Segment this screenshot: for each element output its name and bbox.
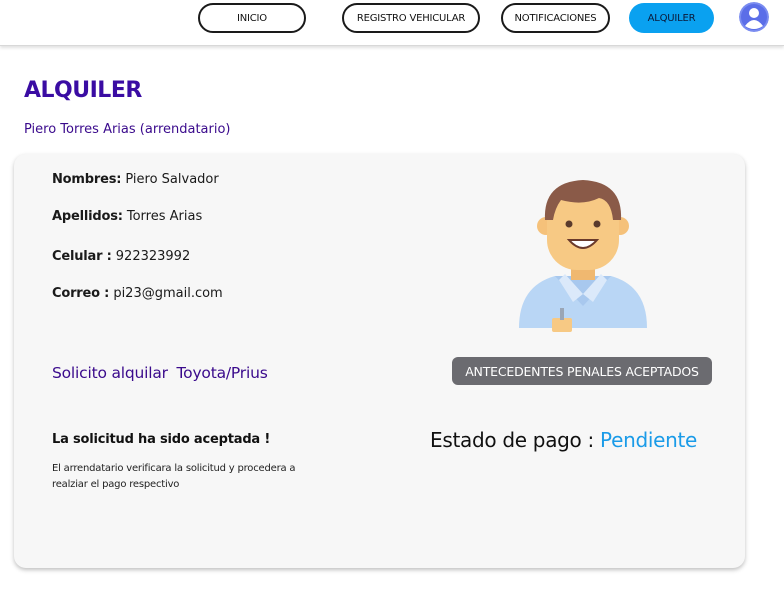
top-nav-bar: INICIO REGISTRO VEHICULAR NOTIFICACIONES… <box>0 0 784 46</box>
apellidos-value: Torres Arias <box>126 209 203 224</box>
correo-value: pi23@gmail.com <box>113 286 223 301</box>
payment-status: Estado de pago : Pendiente <box>430 428 697 452</box>
person-icon <box>519 180 647 332</box>
correo-label: Correo : <box>52 286 110 301</box>
accepted-message: La solicitud ha sido aceptada ! <box>52 432 271 447</box>
rental-request: Solicito alquilar Toyota/Prius <box>52 364 268 382</box>
request-vehicle: Toyota/Prius <box>176 364 268 382</box>
field-nombres: Nombres: Piero Salvador <box>52 172 219 187</box>
nav-notificaciones-button[interactable]: NOTIFICACIONES <box>501 3 610 33</box>
page-title: ALQUILER <box>24 78 142 103</box>
user-avatar-icon[interactable] <box>739 2 769 32</box>
nav-inicio-button[interactable]: INICIO <box>198 3 306 33</box>
antecedentes-badge: ANTECEDENTES PENALES ACEPTADOS <box>452 357 712 385</box>
user-avatar-icon-svg <box>739 2 769 32</box>
nav-alquiler-button[interactable]: ALQUILER <box>629 3 714 33</box>
field-apellidos: Apellidos: Torres Arias <box>52 209 202 224</box>
celular-label: Celular : <box>52 249 112 264</box>
page-subtitle: Piero Torres Arias (arrendatario) <box>24 122 231 137</box>
nav-registro-vehicular-button[interactable]: REGISTRO VEHICULAR <box>342 3 480 33</box>
payment-status-label: Estado de pago : <box>430 428 594 452</box>
field-celular: Celular : 922323992 <box>52 249 190 264</box>
accepted-note: El arrendatario verificara la solicitud … <box>52 463 296 490</box>
nombres-value: Piero Salvador <box>125 172 219 187</box>
apellidos-label: Apellidos: <box>52 209 123 224</box>
request-text: Solicito alquilar <box>52 364 168 382</box>
field-correo: Correo : pi23@gmail.com <box>52 286 223 301</box>
person-illustration <box>515 178 651 334</box>
payment-status-value: Pendiente <box>600 428 698 452</box>
celular-value: 922323992 <box>115 249 191 264</box>
nombres-label: Nombres: <box>52 172 122 187</box>
